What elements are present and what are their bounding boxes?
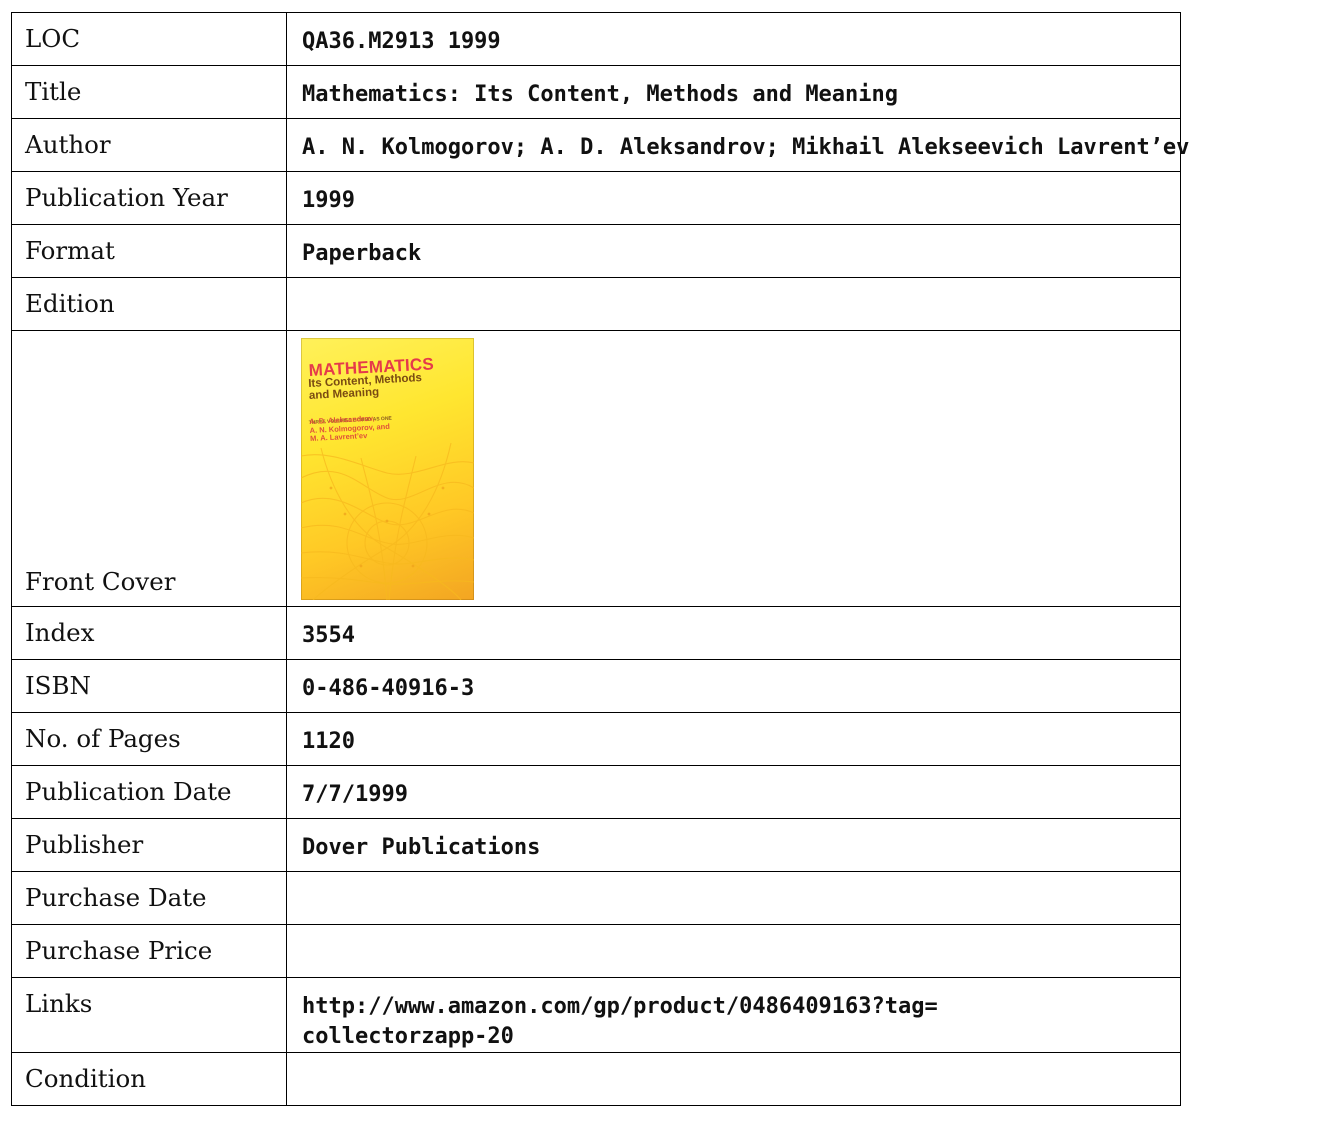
row-author: Author A. N. Kolmogorov; A. D. Aleksandr… bbox=[11, 118, 1189, 172]
value-publisher: Dover Publications bbox=[286, 818, 1181, 872]
front-cover-image: MATHEMATICS Its Content, Methods and Mea… bbox=[301, 338, 474, 600]
value-author: A. N. Kolmogorov; A. D. Aleksandrov; Mik… bbox=[286, 118, 1189, 172]
row-format: Format Paperback bbox=[11, 224, 1181, 278]
value-format: Paperback bbox=[286, 224, 1181, 278]
amazon-link-line-1[interactable]: http://www.amazon.com/gp/product/0486409… bbox=[302, 992, 1180, 1022]
value-links: http://www.amazon.com/gp/product/0486409… bbox=[286, 977, 1181, 1053]
book-record-sheet: LOC QA36.M2913 1999 Title Mathematics: I… bbox=[0, 0, 1330, 1127]
row-purchase-price: Purchase Price bbox=[11, 924, 1181, 978]
label-title: Title bbox=[11, 65, 287, 119]
amazon-link-line-2[interactable]: collectorzapp-20 bbox=[302, 1022, 1180, 1052]
value-condition bbox=[286, 1052, 1181, 1106]
value-front-cover: MATHEMATICS Its Content, Methods and Mea… bbox=[286, 330, 1181, 607]
row-links: Links http://www.amazon.com/gp/product/0… bbox=[11, 977, 1181, 1053]
row-publisher: Publisher Dover Publications bbox=[11, 818, 1181, 872]
row-index: Index 3554 bbox=[11, 606, 1181, 660]
label-publisher: Publisher bbox=[11, 818, 287, 872]
label-no-of-pages: No. of Pages bbox=[11, 712, 287, 766]
row-purchase-date: Purchase Date bbox=[11, 871, 1181, 925]
label-links: Links bbox=[11, 977, 287, 1053]
value-purchase-price bbox=[286, 924, 1181, 978]
value-no-of-pages: 1120 bbox=[286, 712, 1181, 766]
value-publication-year: 1999 bbox=[286, 171, 1181, 225]
value-publication-date: 7/7/1999 bbox=[286, 765, 1181, 819]
book-details-table: LOC QA36.M2913 1999 Title Mathematics: I… bbox=[11, 12, 1189, 1106]
row-front-cover: Front Cover MATHEMATICS Its Content, Met… bbox=[11, 330, 1181, 607]
label-purchase-price: Purchase Price bbox=[11, 924, 287, 978]
label-edition: Edition bbox=[11, 277, 287, 331]
label-publication-date: Publication Date bbox=[11, 765, 287, 819]
row-isbn: ISBN 0-486-40916-3 bbox=[11, 659, 1181, 713]
label-front-cover: Front Cover bbox=[11, 330, 287, 607]
row-publication-year: Publication Year 1999 bbox=[11, 171, 1181, 225]
value-edition bbox=[286, 277, 1181, 331]
value-index: 3554 bbox=[286, 606, 1181, 660]
value-isbn: 0-486-40916-3 bbox=[286, 659, 1181, 713]
cover-authors-text: A. D. Aleksandrov, A. N. Kolmogorov, and… bbox=[309, 414, 391, 444]
row-edition: Edition bbox=[11, 277, 1181, 331]
value-purchase-date bbox=[286, 871, 1181, 925]
label-purchase-date: Purchase Date bbox=[11, 871, 287, 925]
label-author: Author bbox=[11, 118, 287, 172]
label-loc: LOC bbox=[11, 12, 287, 66]
label-condition: Condition bbox=[11, 1052, 287, 1106]
value-title: Mathematics: Its Content, Methods and Me… bbox=[286, 65, 1181, 119]
label-index: Index bbox=[11, 606, 287, 660]
row-no-of-pages: No. of Pages 1120 bbox=[11, 712, 1181, 766]
row-title: Title Mathematics: Its Content, Methods … bbox=[11, 65, 1181, 119]
label-isbn: ISBN bbox=[11, 659, 287, 713]
value-loc: QA36.M2913 1999 bbox=[286, 12, 1181, 66]
label-format: Format bbox=[11, 224, 287, 278]
row-publication-date: Publication Date 7/7/1999 bbox=[11, 765, 1181, 819]
label-publication-year: Publication Year bbox=[11, 171, 287, 225]
row-loc: LOC QA36.M2913 1999 bbox=[11, 12, 1181, 66]
row-condition: Condition bbox=[11, 1052, 1181, 1106]
